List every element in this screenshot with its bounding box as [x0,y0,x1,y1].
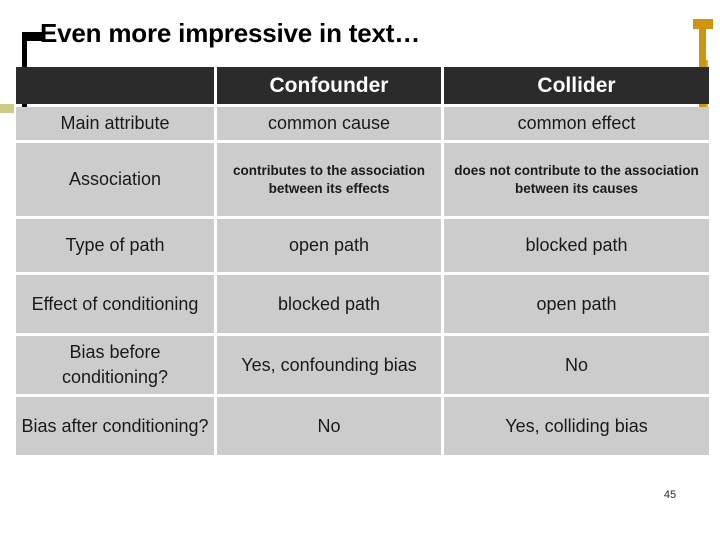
cell-attribute: Bias before conditioning? [16,336,214,394]
table-header-cell-confounder: Confounder [217,67,441,104]
table-row: Effect of conditioning blocked path open… [16,275,709,333]
cell-collider: blocked path [444,219,709,272]
table-row: Bias before conditioning? Yes, confoundi… [16,336,709,394]
cell-collider: Yes, colliding bias [444,397,709,455]
table-body: Main attribute common cause common effec… [16,107,709,455]
cell-confounder: common cause [217,107,441,140]
slide-number: 45 [663,489,677,501]
cell-confounder: Yes, confounding bias [217,336,441,394]
cell-attribute: Association [16,143,214,216]
cell-attribute: Type of path [16,219,214,272]
table-header-row: Confounder Collider [16,67,709,104]
table-header: Confounder Collider [16,67,709,104]
cell-attribute: Effect of conditioning [16,275,214,333]
table-row: Type of path open path blocked path [16,219,709,272]
slide-canvas: Even more impressive in text… Confounder… [0,0,720,540]
decorative-bracket-top-right-arm [693,19,713,29]
cell-attribute: Main attribute [16,107,214,140]
table-header-cell-blank [16,67,214,104]
cell-collider: common effect [444,107,709,140]
table-row: Main attribute common cause common effec… [16,107,709,140]
cell-confounder: open path [217,219,441,272]
decorative-accent-tab-left [0,104,14,113]
cell-attribute: Bias after conditioning? [16,397,214,455]
slide-title: Even more impressive in text… [40,18,421,48]
table-header-cell-collider: Collider [444,67,709,104]
cell-confounder: contributes to the association between i… [217,143,441,216]
cell-collider: open path [444,275,709,333]
cell-confounder: No [217,397,441,455]
table-row: Association contributes to the associati… [16,143,709,216]
comparison-table: Confounder Collider Main attribute commo… [13,64,712,458]
cell-collider: No [444,336,709,394]
cell-collider: does not contribute to the association b… [444,143,709,216]
table-row: Bias after conditioning? No Yes, collidi… [16,397,709,455]
cell-confounder: blocked path [217,275,441,333]
